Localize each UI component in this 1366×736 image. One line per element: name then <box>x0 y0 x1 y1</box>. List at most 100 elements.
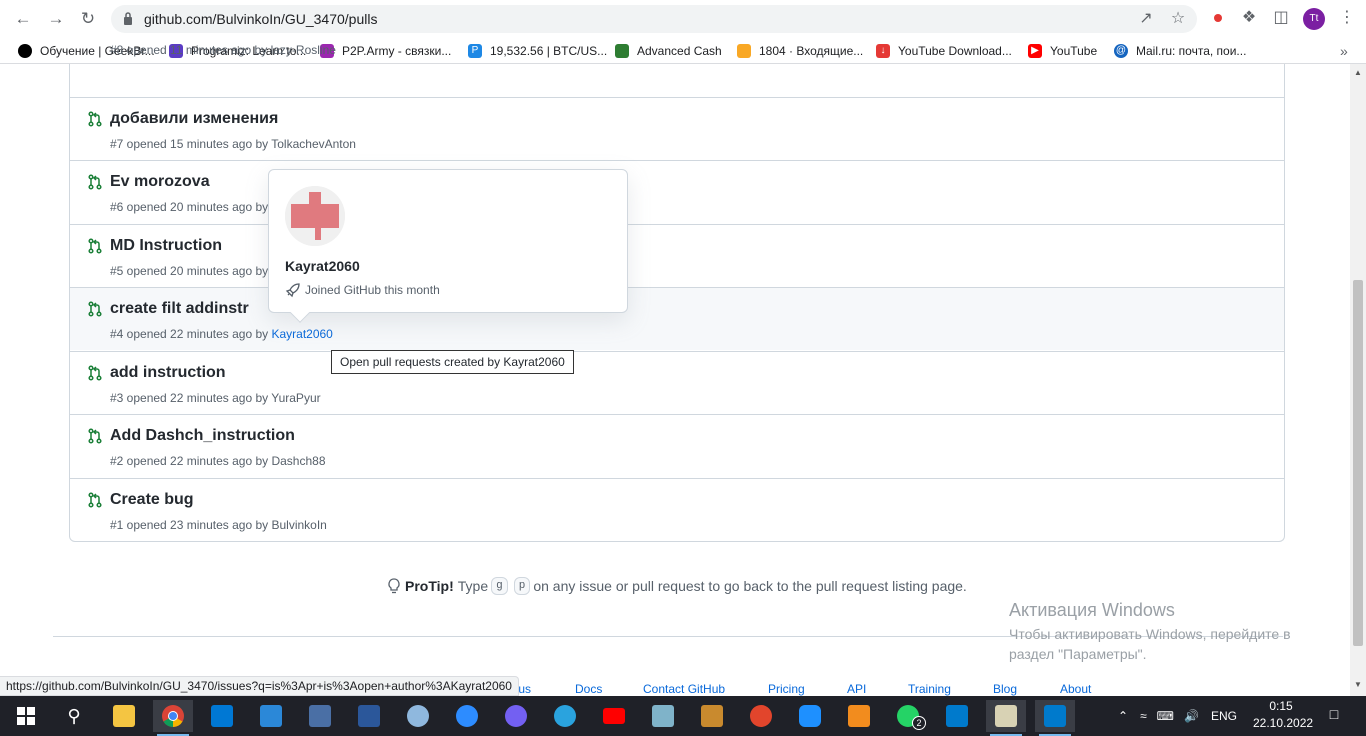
pr-open-icon <box>88 301 102 317</box>
pr-title-link[interactable]: Create bug <box>110 491 194 509</box>
back-icon[interactable]: ← <box>12 8 34 30</box>
kbd-p: p <box>513 577 531 595</box>
extensions-puzzle-icon[interactable]: ❖ <box>1238 7 1260 29</box>
pr-row[interactable]: Create bug #1 opened 23 minutes ago by B… <box>70 478 1284 541</box>
windows-start-icon[interactable] <box>6 700 46 732</box>
pr-meta: #5 opened 20 minutes ago by <box>110 264 269 278</box>
side-panel-icon[interactable]: ◫ <box>1270 7 1292 29</box>
pr-row[interactable]: MD Instruction #5 opened 20 minutes ago … <box>70 224 1284 287</box>
input-method-icon[interactable]: ⌨ <box>1157 709 1174 723</box>
scroll-up-icon[interactable]: ▲ <box>1354 68 1362 77</box>
viber-icon[interactable] <box>496 700 536 732</box>
protip-label: ProTip! <box>405 578 454 594</box>
pr-title-link[interactable]: create filt addinstr <box>110 300 249 318</box>
pr-author-link[interactable]: BulvinkoIn <box>271 518 326 532</box>
activation-text: Чтобы активировать Windows, перейдите в … <box>1009 626 1291 662</box>
menu-dots-icon[interactable]: ⋮ <box>1336 7 1358 29</box>
youtube-icon[interactable] <box>594 700 634 732</box>
pr-row[interactable]: Add Dashch_instruction #2 opened 22 minu… <box>70 414 1284 477</box>
pr-row[interactable]: #8 opened 11 minutes ago by lazy-Rosline <box>70 34 1284 97</box>
whatsapp-icon[interactable]: 2 <box>888 700 928 732</box>
more-bookmarks-icon[interactable]: » <box>1340 42 1348 60</box>
pr-open-icon <box>88 492 102 508</box>
pr-meta: #2 opened 22 minutes ago by Dashch88 <box>110 454 326 468</box>
pr-row[interactable]: Ev morozova #6 opened 20 minutes ago by <box>70 160 1284 223</box>
zoom-icon[interactable] <box>447 700 487 732</box>
pr-meta: #3 opened 22 minutes ago by YuraPyur <box>110 391 321 405</box>
paint-icon[interactable] <box>398 700 438 732</box>
forward-icon[interactable]: → <box>45 8 67 30</box>
pr-title-link[interactable]: MD Instruction <box>110 237 222 255</box>
ccleaner-icon[interactable] <box>741 700 781 732</box>
footer-link-pricing[interactable]: Pricing <box>768 682 805 696</box>
pr-title-link[interactable]: Add Dashch_instruction <box>110 427 295 445</box>
record-extension-icon[interactable] <box>1207 7 1229 29</box>
kbd-g: g <box>491 577 508 595</box>
scrollbar-thumb[interactable] <box>1353 280 1363 646</box>
tray-chevron-icon[interactable]: ⌃ <box>1118 709 1128 723</box>
file-explorer-icon[interactable] <box>104 700 144 732</box>
pr-author-link[interactable]: Dashch88 <box>271 454 325 468</box>
share-icon[interactable]: ↗ <box>1135 8 1157 30</box>
footer-link-contact[interactable]: Contact GitHub <box>643 682 725 696</box>
footer-link-training[interactable]: Training <box>908 682 951 696</box>
calculator-icon[interactable] <box>300 700 340 732</box>
user-avatar[interactable] <box>285 186 345 246</box>
pr-open-icon <box>88 428 102 444</box>
pr-author-link[interactable]: lazy-Rosline <box>271 43 336 57</box>
bookmark-star-icon[interactable]: ☆ <box>1167 8 1189 30</box>
user-hovercard: Kayrat2060 Joined GitHub this month <box>268 169 628 323</box>
pr-meta: #4 opened 22 minutes ago by Kayrat2060 <box>110 327 333 341</box>
footer-link-docs[interactable]: Docs <box>575 682 602 696</box>
address-bar[interactable]: github.com/BulvinkoIn/GU_3470/pulls ↗ ☆ <box>111 5 1197 33</box>
footer-link-api[interactable]: API <box>847 682 866 696</box>
pr-row-hovered[interactable]: create filt addinstr #4 opened 22 minute… <box>70 287 1284 350</box>
search-icon[interactable]: ⚲ <box>54 700 94 732</box>
protip: ProTip! Type g p on any issue or pull re… <box>387 577 967 595</box>
pr-meta: #6 opened 20 minutes ago by <box>110 200 269 214</box>
page-scrollbar[interactable]: ▲ ▼ <box>1350 64 1366 696</box>
pr-open-icon <box>88 111 102 127</box>
pr-meta: #7 opened 15 minutes ago by TolkachevAnt… <box>110 137 356 151</box>
store-icon[interactable] <box>251 700 291 732</box>
cloud-upload-icon[interactable] <box>790 700 830 732</box>
pr-author-link[interactable]: Kayrat2060 <box>271 327 332 341</box>
profile-avatar[interactable]: Tt <box>1303 8 1325 30</box>
taskbar-clock[interactable]: 0:15 22.10.2022 <box>1253 698 1314 732</box>
pr-title-link[interactable]: Ev morozova <box>110 173 210 191</box>
volume-icon[interactable]: 🔊 <box>1184 709 1199 723</box>
pr-row[interactable]: добавили изменения #7 opened 15 minutes … <box>70 97 1284 160</box>
language-indicator[interactable]: ENG <box>1211 709 1237 723</box>
telegram-icon[interactable] <box>545 700 585 732</box>
notes-icon[interactable] <box>643 700 683 732</box>
orange-app-icon[interactable] <box>839 700 879 732</box>
lock-icon <box>124 12 132 25</box>
hovercard-username[interactable]: Kayrat2060 <box>285 258 360 274</box>
pr-author-link[interactable]: TolkachevAnton <box>271 137 356 151</box>
pr-open-icon <box>88 174 102 190</box>
rocket-icon <box>285 283 300 298</box>
word-icon[interactable] <box>349 700 389 732</box>
pr-meta: #8 opened 11 minutes ago by lazy-Rosline <box>110 43 336 57</box>
chrome-icon[interactable] <box>153 700 193 736</box>
reload-icon[interactable]: ↻ <box>77 8 99 30</box>
footer-link-about[interactable]: About <box>1060 682 1091 696</box>
lightbulb-icon <box>388 578 400 594</box>
game-icon[interactable] <box>692 700 732 732</box>
vscode-icon[interactable] <box>937 700 977 732</box>
clock-date: 22.10.2022 <box>1253 716 1314 730</box>
notification-icon[interactable]: □ <box>1324 706 1344 726</box>
media-app-icon[interactable] <box>986 700 1026 736</box>
pr-title-link[interactable]: add instruction <box>110 364 226 382</box>
pr-row[interactable]: add instruction #3 opened 22 minutes ago… <box>70 351 1284 414</box>
activation-title: Активация Windows <box>1009 600 1175 620</box>
scroll-down-icon[interactable]: ▼ <box>1354 680 1362 689</box>
vscode-window-icon[interactable] <box>1035 700 1075 736</box>
pr-author-link[interactable]: YuraPyur <box>271 391 320 405</box>
wifi-icon[interactable]: ≈ <box>1140 709 1147 723</box>
link-status-bar: https://github.com/BulvinkoIn/GU_3470/is… <box>0 676 519 696</box>
author-tooltip: Open pull requests created by Kayrat2060 <box>331 350 574 374</box>
mail-icon[interactable] <box>202 700 242 732</box>
pr-title-link[interactable]: добавили изменения <box>110 110 278 128</box>
footer-link-blog[interactable]: Blog <box>993 682 1017 696</box>
